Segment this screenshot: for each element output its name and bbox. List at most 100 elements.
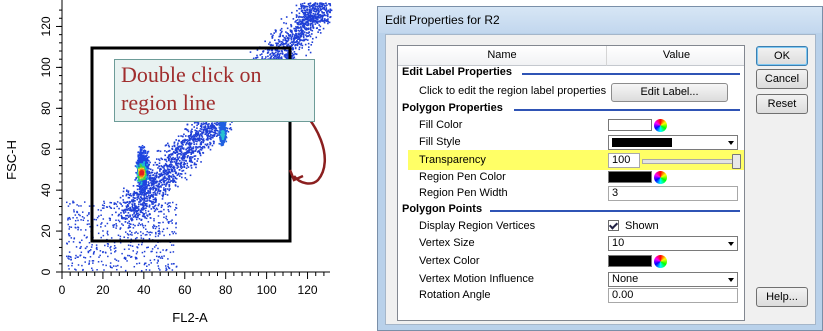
event-dot: [154, 200, 157, 202]
event-dot: [213, 127, 215, 129]
event-dot: [145, 183, 147, 186]
event-dot: [267, 55, 269, 58]
event-dot: [151, 194, 153, 196]
event-dot: [168, 149, 171, 152]
event-dot: [135, 213, 138, 215]
event-dot: [138, 213, 141, 216]
event-dot: [152, 174, 154, 177]
event-dot: [162, 194, 165, 197]
event-dot: [76, 256, 79, 258]
event-dot: [176, 164, 179, 167]
event-dot: [97, 209, 100, 211]
event-dot: [74, 223, 77, 226]
event-dot: [175, 161, 178, 163]
event-dot: [293, 56, 296, 59]
event-dot: [279, 43, 281, 46]
event-dot: [109, 266, 112, 269]
event-dot: [312, 26, 315, 29]
event-dot: [177, 158, 179, 160]
event-dot: [169, 251, 172, 254]
event-dot: [173, 144, 176, 147]
event-dot: [298, 30, 301, 32]
event-dot: [136, 159, 139, 162]
event-dot: [295, 27, 298, 29]
event-dot: [115, 211, 117, 214]
event-dot: [101, 204, 104, 206]
event-dot: [165, 185, 167, 187]
event-dot: [164, 172, 167, 175]
event-dot: [76, 217, 78, 219]
event-dot: [74, 219, 77, 222]
event-dot: [68, 228, 70, 230]
event-dot: [102, 234, 105, 237]
event-dot: [68, 268, 70, 270]
event-dot: [160, 186, 162, 188]
event-dot: [79, 254, 82, 256]
event-dot: [141, 223, 144, 225]
event-dot: [207, 145, 210, 148]
event-dot: [196, 130, 198, 133]
event-dot: [149, 217, 152, 219]
event-dot: [74, 214, 77, 216]
event-dot: [276, 54, 279, 57]
event-dot: [71, 262, 74, 265]
event-dot: [75, 269, 77, 271]
event-dot: [150, 262, 152, 264]
event-dot: [154, 191, 156, 193]
event-dot: [155, 244, 157, 247]
event-dot: [177, 173, 180, 176]
event-dot: [81, 239, 83, 242]
event-dot: [141, 192, 144, 195]
event-dot: [146, 246, 148, 249]
event-dot: [300, 35, 302, 38]
event-dot: [163, 173, 165, 176]
event-dot: [214, 132, 217, 135]
event-dot: [285, 49, 288, 52]
event-dot: [306, 39, 309, 41]
event-dot: [168, 176, 170, 179]
event-dot: [299, 19, 301, 21]
event-dot: [171, 145, 174, 148]
event-dot: [147, 210, 150, 213]
event-dot: [271, 49, 274, 52]
event-dot: [145, 159, 148, 162]
event-dot: [304, 43, 307, 46]
event-dot: [73, 237, 76, 239]
event-dot: [298, 12, 301, 15]
event-dot: [96, 268, 98, 271]
event-dot: [288, 34, 291, 37]
event-dot: [305, 35, 308, 38]
event-dot: [123, 256, 126, 259]
event-dot: [190, 138, 192, 140]
event-dot: [224, 123, 227, 125]
event-dot: [195, 163, 198, 166]
event-dot: [285, 41, 288, 43]
event-dot: [218, 124, 221, 126]
event-dot: [213, 140, 215, 143]
event-dot: [187, 130, 190, 133]
event-dot: [127, 234, 130, 236]
event-dot: [270, 55, 273, 57]
event-dot: [160, 204, 163, 207]
event-dot: [148, 231, 150, 234]
event-dot: [172, 244, 175, 246]
event-dot: [296, 9, 298, 12]
event-dot: [298, 21, 301, 23]
event-dot: [146, 205, 148, 208]
event-dot: [93, 250, 95, 253]
event-dot: [275, 51, 277, 54]
event-dot: [143, 146, 146, 149]
event-dot: [202, 131, 205, 134]
event-dot: [141, 203, 144, 205]
event-dot: [120, 215, 123, 218]
event-dot: [295, 4, 298, 7]
event-dot: [298, 46, 301, 49]
event-dot: [156, 186, 159, 188]
event-dot: [113, 245, 116, 247]
event-dot: [137, 216, 139, 219]
event-dot: [67, 233, 70, 235]
event-dot: [189, 174, 192, 177]
event-dot: [132, 223, 135, 226]
event-dot: [169, 188, 171, 190]
event-dot: [314, 23, 317, 25]
